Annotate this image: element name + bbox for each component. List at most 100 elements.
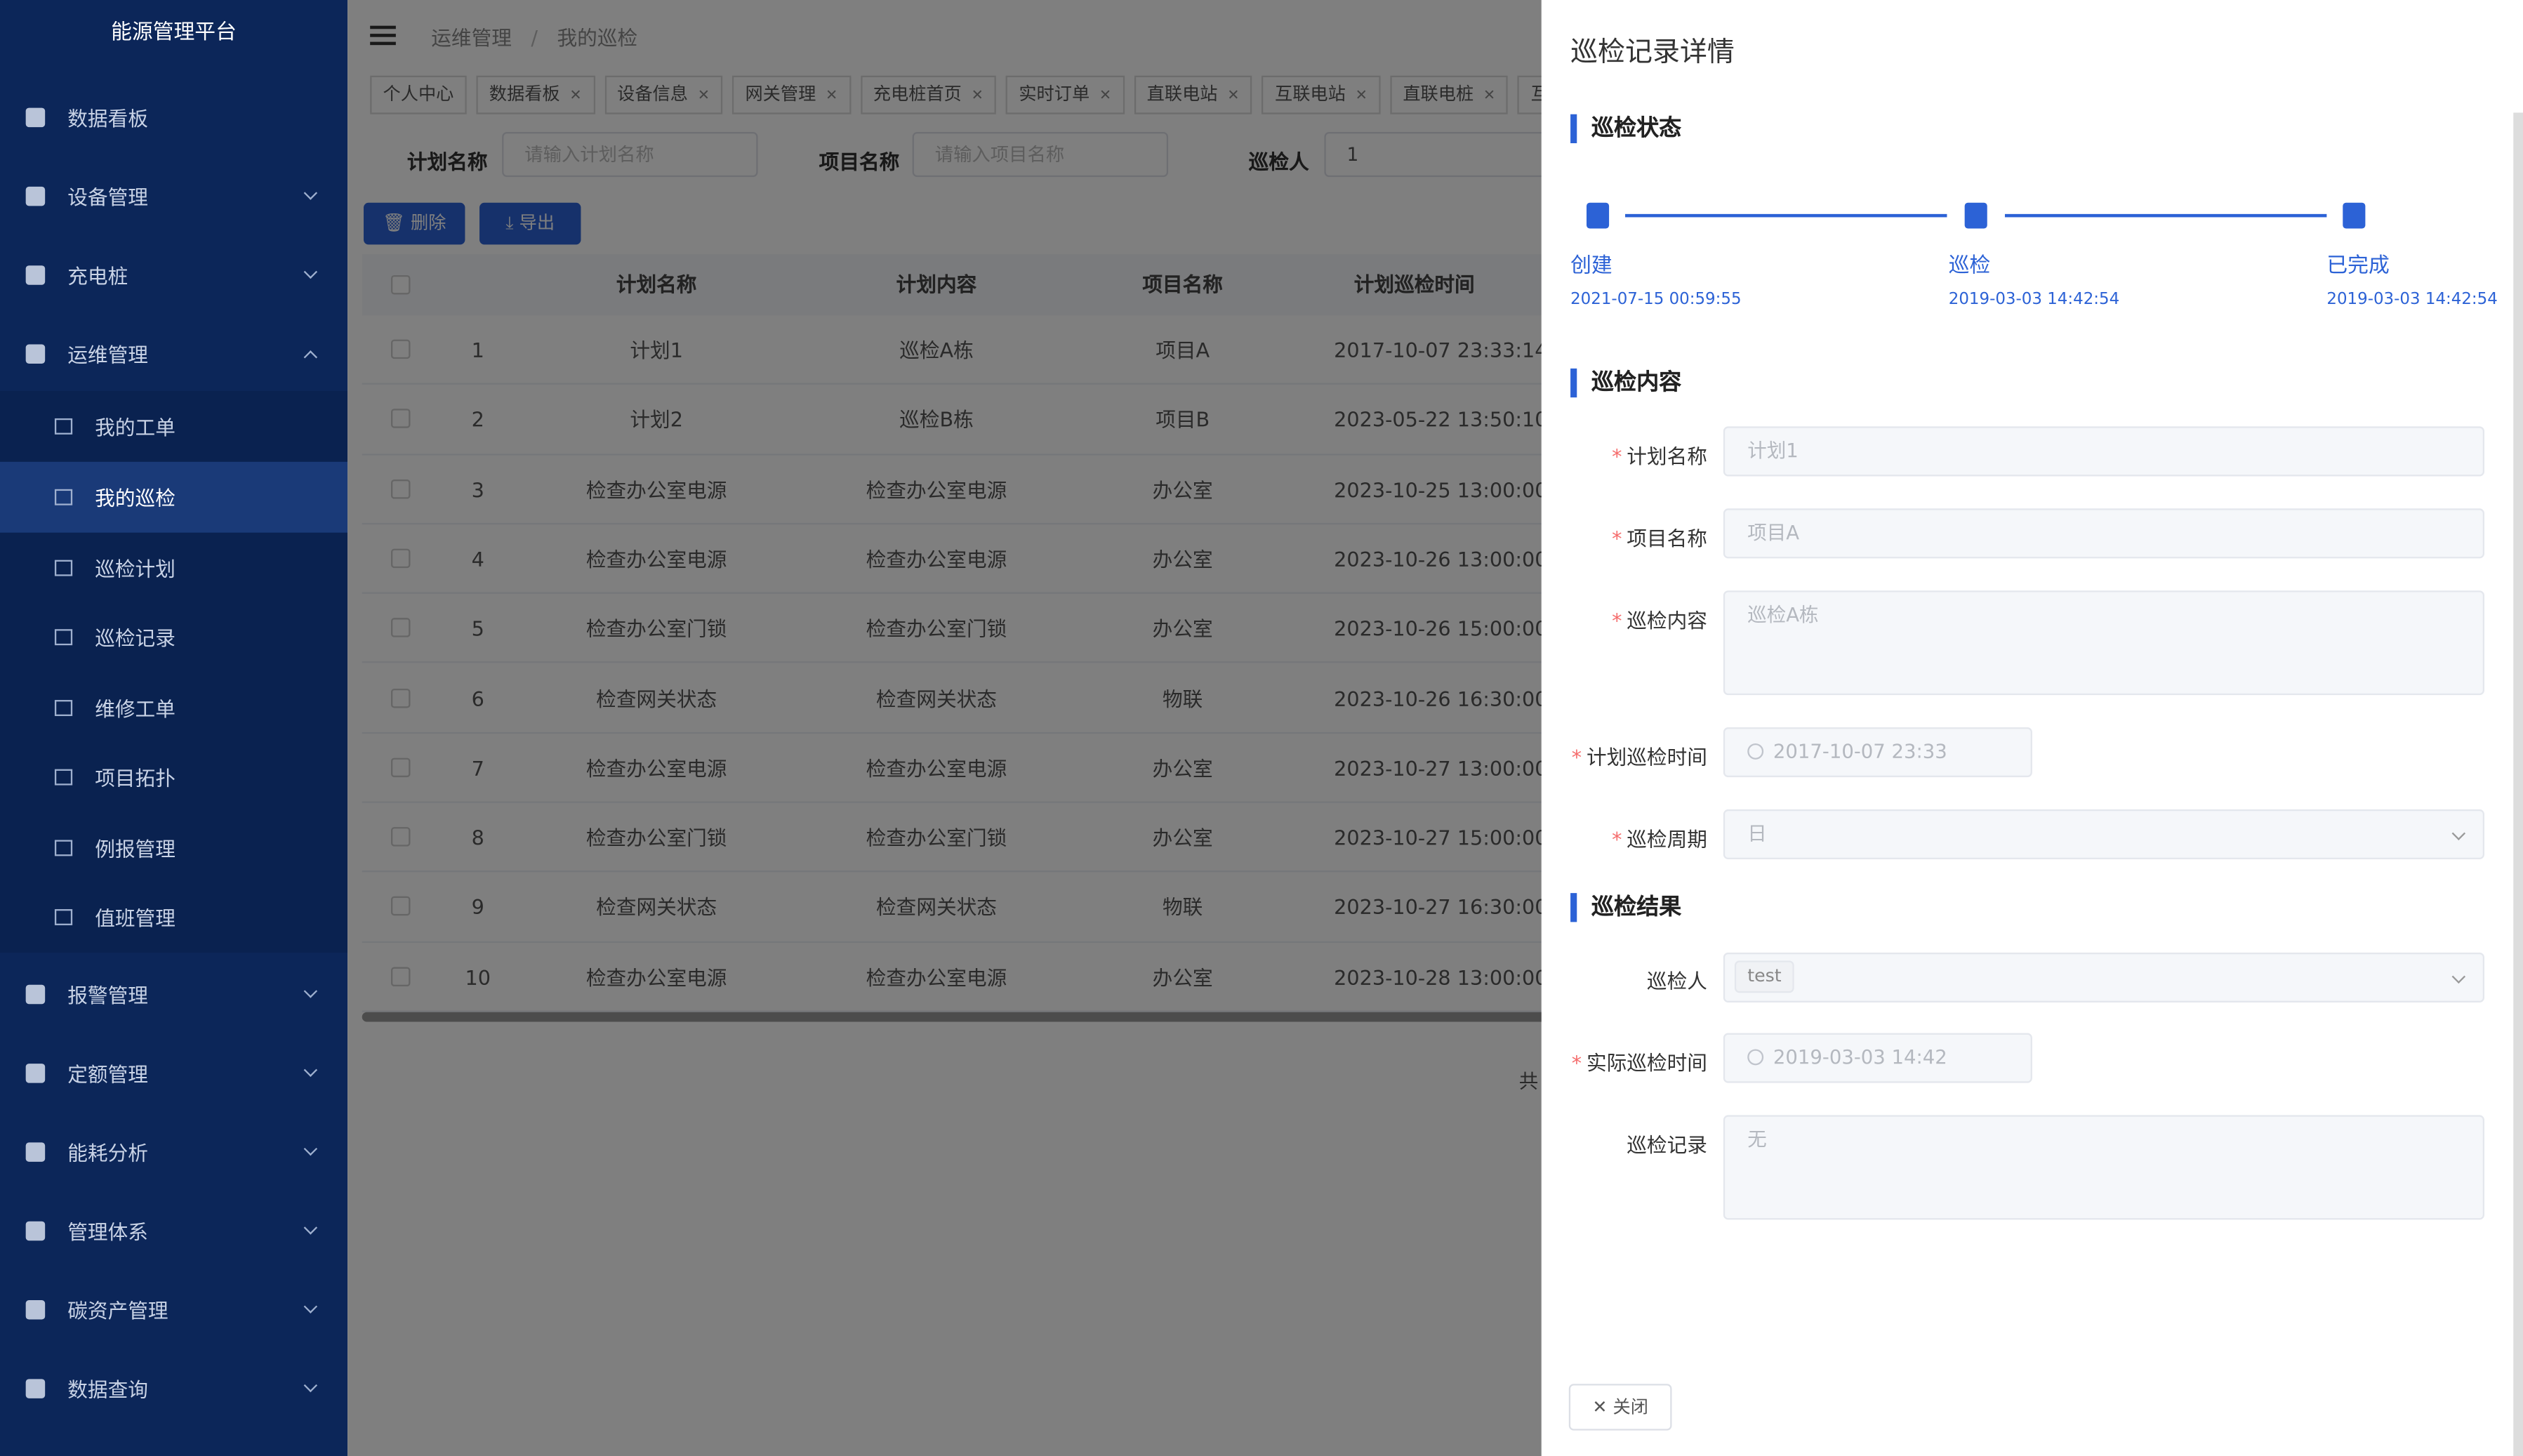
cycle-value: 日 — [1747, 822, 1767, 845]
result-section-title: 巡检结果 — [1570, 893, 1681, 922]
inspector-select[interactable]: test — [1723, 952, 2485, 1002]
plan-time-value: 2017-10-07 23:33 — [1773, 740, 1947, 763]
sidebar-item-label: 能耗分析 — [67, 1141, 148, 1165]
required-mark: * — [1612, 526, 1622, 550]
field-label-text: 巡检内容 — [1627, 608, 1707, 633]
required-mark: * — [1612, 827, 1622, 852]
table-icon — [54, 628, 73, 645]
sidebar-item-device[interactable]: 设备管理 — [0, 156, 347, 234]
close-button[interactable]: ✕ 关闭 — [1568, 1384, 1672, 1431]
project-name-field[interactable]: 项目A — [1723, 508, 2485, 559]
sidebar-subitem-label: 值班管理 — [95, 906, 176, 931]
required-mark: * — [1571, 745, 1582, 769]
sidebar-subitem-repair-order[interactable]: 维修工单 — [0, 673, 347, 743]
cycle-select[interactable]: 日 — [1723, 809, 2485, 859]
sidebar-subitem-my-orders[interactable]: 我的工单 — [0, 391, 347, 461]
table-icon — [54, 560, 73, 576]
gear-icon — [25, 1062, 46, 1083]
detail-drawer: 巡检记录详情 巡检状态 创建 2021-07-15 00:59:55 巡检 20… — [1541, 0, 2523, 1456]
charger-icon — [25, 265, 46, 284]
chevron-up-icon — [303, 350, 318, 364]
close-button-label: 关闭 — [1613, 1396, 1648, 1418]
sidebar-subitem-report[interactable]: 例报管理 — [0, 813, 347, 883]
sidebar-subitem-duty[interactable]: 值班管理 — [0, 882, 347, 952]
actual-time-picker[interactable]: 2019-03-03 14:42 — [1723, 1033, 2032, 1083]
tools-icon — [25, 343, 46, 363]
step-time: 2019-03-03 14:42:54 — [1948, 291, 2120, 310]
status-section-title: 巡检状态 — [1570, 114, 1681, 143]
inspector-chip: test — [1734, 960, 1794, 993]
chevron-down-icon — [303, 1378, 318, 1393]
sidebar-subitem-label: 例报管理 — [95, 837, 176, 861]
sidebar-item-label: 管理体系 — [67, 1219, 148, 1244]
sidebar-subitem-inspection-record[interactable]: 巡检记录 — [0, 602, 347, 672]
content-textarea[interactable]: 巡检A栋 — [1723, 590, 2485, 696]
step-created: 创建 2021-07-15 00:59:55 — [1570, 202, 1742, 309]
bar-chart-icon — [25, 185, 46, 206]
inspector-field-label: 巡检人 — [1647, 964, 1707, 995]
copy-icon — [25, 984, 46, 1004]
sidebar-item-charger[interactable]: 充电桩 — [0, 235, 347, 314]
chevron-down-icon — [2451, 826, 2466, 841]
sidebar-item-energy[interactable]: 能耗分析 — [0, 1112, 347, 1191]
monitor-icon — [54, 839, 73, 856]
sidebar-item-quota[interactable]: 定额管理 — [0, 1033, 347, 1112]
sidebar-subitem-topology[interactable]: 项目拓扑 — [0, 742, 347, 812]
field-label-text: 计划名称 — [1627, 444, 1707, 469]
sidebar-item-dashboard[interactable]: 数据看板 — [0, 77, 347, 156]
chevron-down-icon — [303, 186, 318, 200]
close-icon: ✕ — [1592, 1396, 1608, 1418]
chevron-down-icon — [303, 265, 318, 279]
monitor-icon — [54, 908, 73, 925]
dashboard-icon — [25, 107, 46, 126]
field-label-text: 巡检周期 — [1627, 827, 1707, 852]
field-label-text: 计划巡检时间 — [1586, 745, 1707, 769]
sidebar-item-label: 定额管理 — [67, 1061, 148, 1087]
content-section-title: 巡检内容 — [1570, 368, 1681, 398]
sidebar-subitem-inspection-plan[interactable]: 巡检计划 — [0, 533, 347, 603]
plan-time-field-label: * 计划巡检时间 — [1572, 740, 1707, 771]
clock-icon — [1747, 1049, 1764, 1066]
sidebar-item-label: 充电桩 — [67, 263, 128, 289]
sidebar-item-carbon[interactable]: 碳资产管理 — [0, 1269, 347, 1348]
plan-time-picker[interactable]: 2017-10-07 23:33 — [1723, 727, 2032, 778]
chevron-down-icon — [303, 1063, 318, 1077]
sidebar-item-alarm[interactable]: 报警管理 — [0, 954, 347, 1033]
table-icon — [54, 699, 73, 716]
chevron-down-icon — [303, 1141, 318, 1156]
drawer-scrollbar[interactable] — [2513, 112, 2523, 1456]
sidebar-subitem-label: 维修工单 — [95, 697, 176, 722]
step-name: 已完成 — [2326, 254, 2390, 279]
sidebar-item-label: 设备管理 — [67, 185, 148, 209]
sidebar-subitem-label: 我的巡检 — [95, 486, 176, 511]
person-icon — [25, 1220, 46, 1240]
sidebar-subitem-label: 我的工单 — [95, 415, 176, 440]
actual-time-field-label: * 实际巡检时间 — [1572, 1046, 1707, 1077]
table-icon — [25, 1378, 46, 1398]
sidebar-item-label: 数据查询 — [67, 1377, 148, 1402]
table-icon — [54, 769, 73, 785]
sidebar-item-label: 报警管理 — [67, 983, 148, 1007]
sidebar-subitem-label: 巡检计划 — [95, 557, 176, 582]
table-icon — [54, 489, 73, 505]
field-label-text: 巡检人 — [1646, 968, 1707, 993]
sidebar-item-system[interactable]: 管理体系 — [0, 1191, 347, 1269]
book-icon — [1964, 202, 1987, 229]
sidebar-subitem-my-inspection[interactable]: 我的巡检 — [0, 461, 348, 532]
field-label-text: 巡检记录 — [1627, 1132, 1707, 1158]
sidebar-item-query[interactable]: 数据查询 — [0, 1349, 347, 1427]
chevron-down-icon — [303, 1221, 318, 1235]
chevron-down-icon — [303, 984, 318, 998]
sidebar-subitem-label: 项目拓扑 — [95, 766, 176, 790]
plan-name-field[interactable]: 计划1 — [1723, 426, 2485, 477]
step-time: 2019-03-03 14:42:54 — [2326, 291, 2498, 310]
sidebar-item-label: 碳资产管理 — [67, 1298, 168, 1323]
plan-name-field-label: * 计划名称 — [1612, 439, 1707, 470]
grid-icon — [25, 1141, 46, 1161]
sidebar-item-label: 数据看板 — [67, 106, 148, 131]
record-textarea[interactable]: 无 — [1723, 1115, 2485, 1220]
sidebar-item-ops[interactable]: 运维管理 — [0, 314, 347, 392]
chevron-down-icon — [303, 1299, 318, 1313]
required-mark: * — [1612, 608, 1622, 633]
modal-overlay[interactable] — [347, 0, 1542, 1456]
